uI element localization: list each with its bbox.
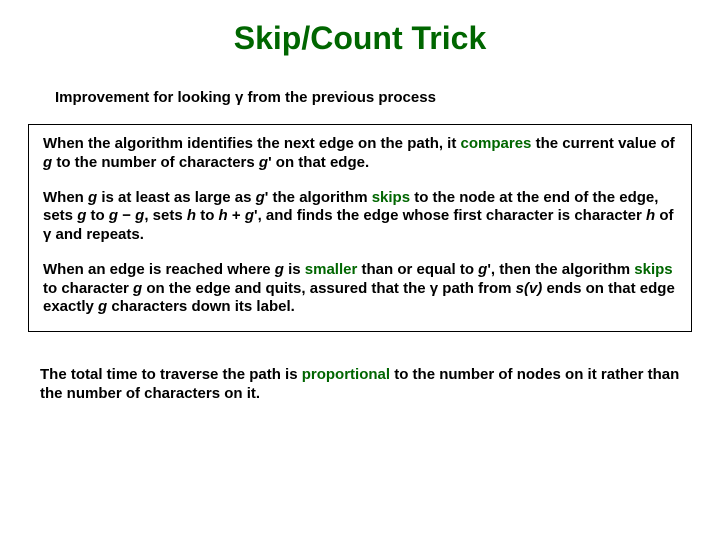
algorithm-box: When the algorithm identifies the next e…: [28, 124, 692, 332]
subtitle-text-a: Improvement for looking: [55, 89, 235, 106]
p3-text-a: When an edge is reached where: [43, 261, 275, 278]
keyword-compares: compares: [461, 135, 532, 152]
p1-text-b: the current value of: [531, 135, 674, 152]
p3-text-g: path from: [438, 280, 516, 297]
p2-text-g: , sets: [144, 207, 187, 224]
p2-text-e: to: [86, 207, 109, 224]
slide-title: Skip/Count Trick: [0, 0, 720, 57]
var-g: g: [77, 207, 86, 224]
var-g: g: [88, 189, 97, 206]
var-g: g: [109, 207, 118, 224]
p2-text-a: When: [43, 189, 88, 206]
var-g: g: [275, 261, 284, 278]
keyword-skips: skips: [372, 189, 410, 206]
p2-text-i: +: [228, 207, 245, 224]
p2-text-j: , and finds the edge whose first charact…: [258, 207, 646, 224]
keyword-smaller: smaller: [305, 261, 358, 278]
keyword-skips: skips: [634, 261, 672, 278]
var-g: g: [98, 298, 107, 315]
subtitle: Improvement for looking γ from the previ…: [55, 89, 720, 106]
p1-text-c: to the number of characters: [52, 154, 259, 171]
paragraph-3: When an edge is reached where g is small…: [43, 261, 677, 317]
var-g: g: [43, 154, 52, 171]
paragraph-1: When the algorithm identifies the next e…: [43, 135, 677, 173]
var-g-prime: g: [245, 207, 254, 224]
p1-text-a: When the algorithm identifies the next e…: [43, 135, 461, 152]
footer-note: The total time to traverse the path is p…: [40, 366, 680, 404]
p2-text-h: to: [196, 207, 219, 224]
slide: Skip/Count Trick Improvement for looking…: [0, 0, 720, 540]
p3-text-f: on the edge and quits, assured that the: [142, 280, 430, 297]
footer-text-a: The total time to traverse the path is: [40, 366, 302, 383]
var-g-prime: g: [478, 261, 487, 278]
p1-text-d: on that edge.: [272, 154, 370, 171]
p2-text-c: the algorithm: [268, 189, 371, 206]
var-h: h: [187, 207, 196, 224]
var-h: h: [646, 207, 655, 224]
p2-text-k: of: [655, 207, 673, 224]
var-g-prime: g: [256, 189, 265, 206]
var-sv: s(v): [516, 280, 543, 297]
p3-text-e: to character: [43, 280, 133, 297]
keyword-proportional: proportional: [302, 366, 390, 383]
p3-text-b: is: [284, 261, 305, 278]
var-g: g: [135, 207, 144, 224]
var-g: g: [133, 280, 142, 297]
p2-text-l: and repeats.: [51, 226, 144, 243]
var-h: h: [219, 207, 228, 224]
p3-text-d: , then the algorithm: [491, 261, 634, 278]
gamma-symbol: γ: [430, 280, 438, 297]
var-g-prime: g: [259, 154, 268, 171]
p3-text-c: than or equal to: [357, 261, 478, 278]
paragraph-2: When g is at least as large as g' the al…: [43, 189, 677, 245]
p2-text-b: is at least as large as: [97, 189, 255, 206]
subtitle-text-b: from the previous process: [243, 89, 436, 106]
p2-text-f: −: [118, 207, 135, 224]
p3-text-i: characters down its label.: [107, 298, 295, 315]
